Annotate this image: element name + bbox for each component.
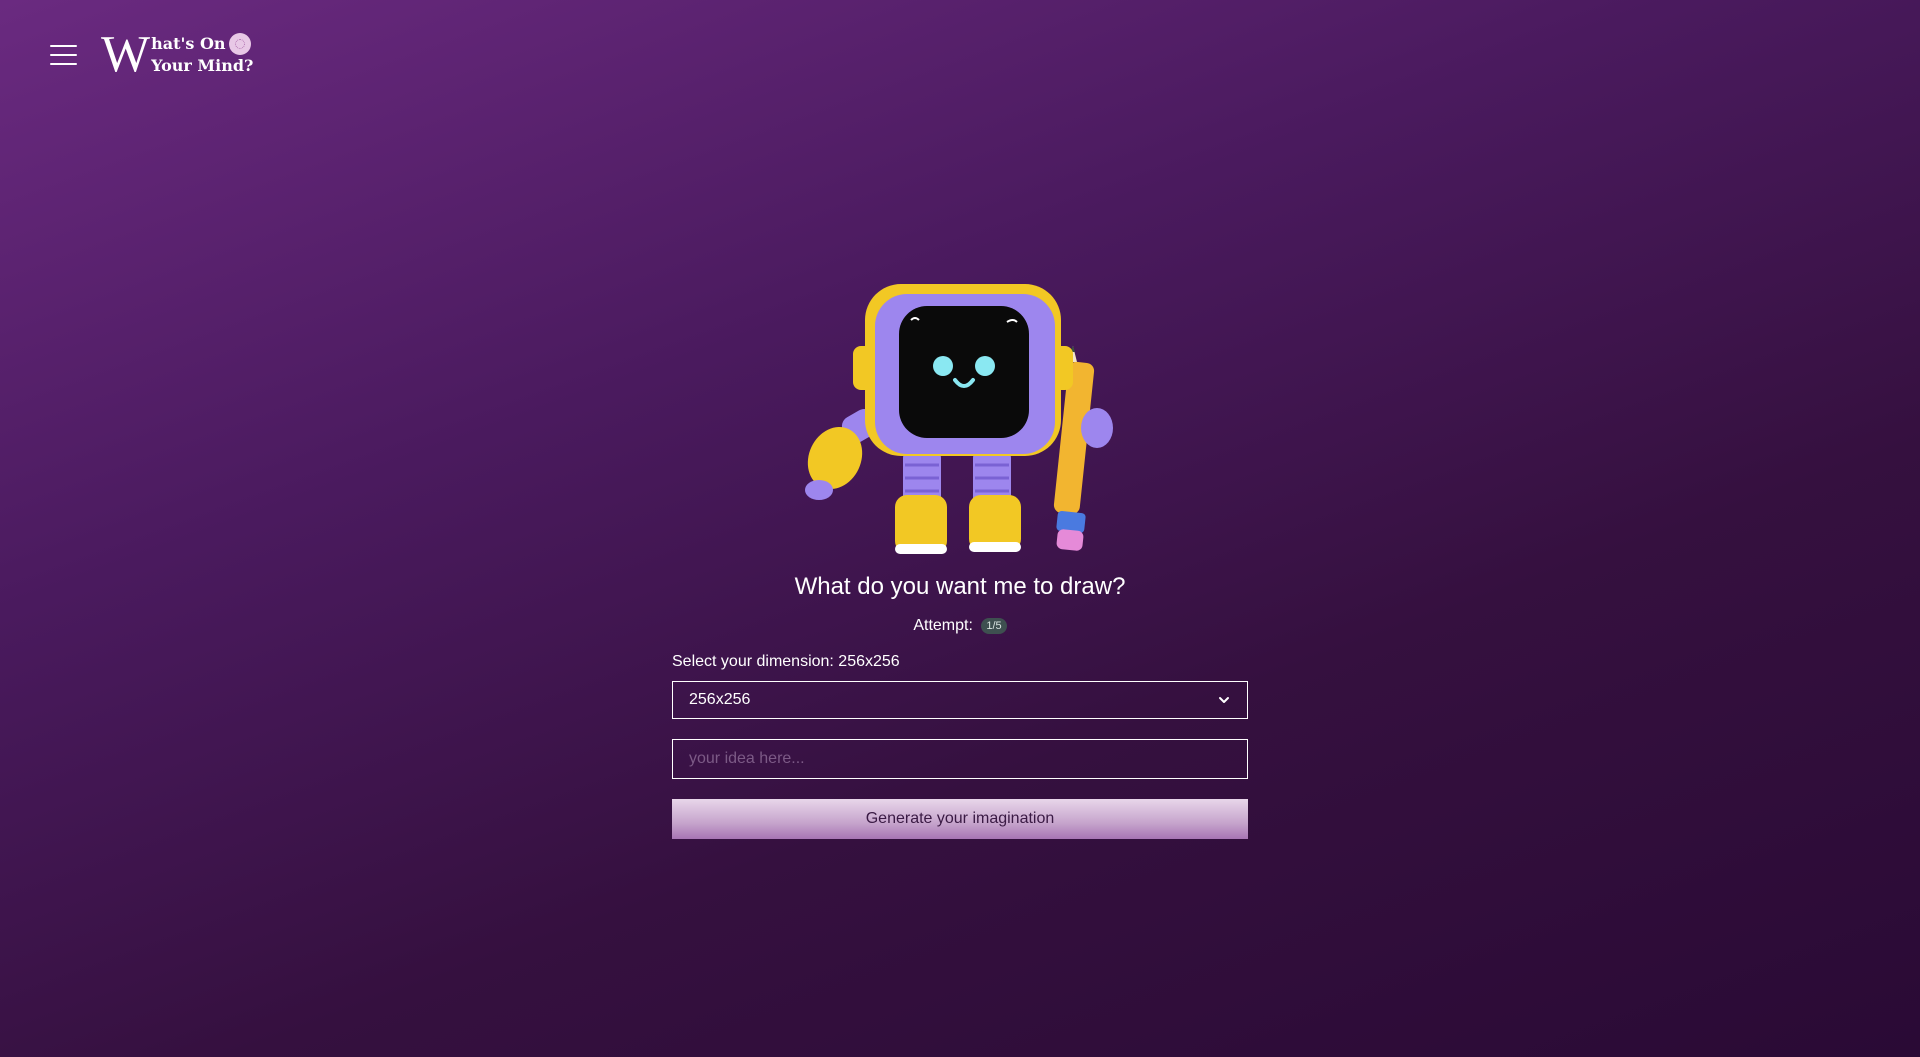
dimension-selected-value: 256x256 — [689, 691, 751, 708]
robot-illustration — [805, 284, 1113, 554]
attempt-label: Attempt: — [913, 617, 973, 634]
brain-icon — [228, 33, 251, 55]
header: W hat's On Your Mind? — [50, 26, 253, 83]
dimension-select[interactable]: 256x256 — [672, 681, 1248, 719]
main-form: What do you want me to draw? Attempt: 1/… — [672, 280, 1248, 839]
dimension-label: Select your dimension: 256x256 — [672, 653, 900, 670]
chevron-down-icon — [1219, 697, 1229, 703]
logo-line-1: hat's On — [151, 34, 226, 53]
idea-input[interactable] — [672, 739, 1248, 779]
logo-line-2: Your Mind? — [151, 56, 254, 75]
app-logo[interactable]: W hat's On Your Mind? — [101, 26, 253, 83]
prompt-question: What do you want me to draw? — [794, 573, 1126, 600]
attempt-counter: Attempt: 1/5 — [672, 617, 1248, 635]
attempt-badge: 1/5 — [981, 617, 1007, 634]
logo-text: hat's On Your Mind? — [151, 33, 253, 77]
logo-initial: W — [101, 26, 150, 83]
robot-head — [853, 284, 1073, 456]
hamburger-menu-icon[interactable] — [50, 45, 77, 65]
robot-legs — [895, 450, 1021, 554]
generate-button[interactable]: Generate your imagination — [672, 799, 1248, 839]
